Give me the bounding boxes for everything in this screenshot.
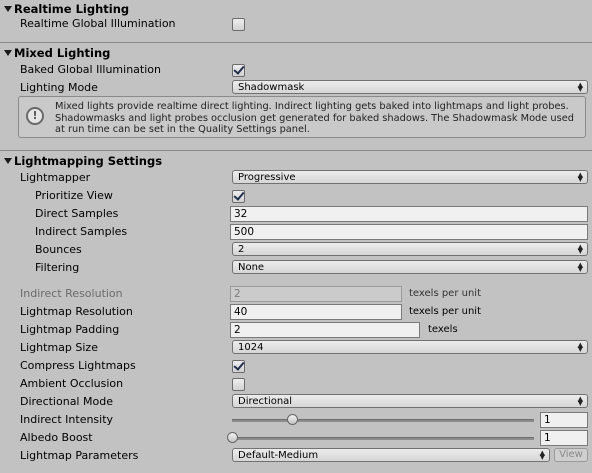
realtime-gi-label: Realtime Global Illumination [20, 17, 176, 30]
dropdown-value: Progressive [238, 172, 296, 183]
lightmap-resolution-field[interactable]: 40 [230, 304, 402, 320]
baked-gi-checkbox[interactable] [232, 63, 245, 77]
indirect-intensity-label: Indirect Intensity [20, 413, 114, 426]
realtime-lighting-header[interactable]: Realtime Lighting [0, 1, 592, 17]
indirect-resolution-label: Indirect Resolution [20, 287, 123, 300]
lightmapper-dropdown[interactable]: Progressive ▲ ▼ [232, 170, 588, 184]
lightmap-parameters-dropdown[interactable]: Default-Medium ▲ ▼ [232, 448, 550, 462]
dropdown-value: Default-Medium [238, 450, 319, 461]
mixed-lighting-header[interactable]: Mixed Lighting [0, 45, 592, 61]
fold-arrow-icon[interactable] [4, 50, 12, 56]
lightmap-padding-unit: texels [428, 324, 458, 335]
bounces-label: Bounces [35, 243, 82, 256]
directional-mode-label: Directional Mode [20, 395, 113, 408]
lightmap-padding-label: Lightmap Padding [20, 323, 120, 336]
compress-lightmaps-label: Compress Lightmaps [20, 359, 136, 372]
info-bubble-icon: ! [26, 107, 44, 125]
albedo-boost-slider-thumb[interactable] [227, 432, 238, 443]
albedo-boost-field[interactable]: 1 [540, 430, 588, 446]
bounces-dropdown[interactable]: 2 ▲ ▼ [232, 242, 588, 256]
check-icon [233, 189, 245, 201]
dropdown-value: None [238, 262, 265, 273]
divider [0, 150, 592, 151]
lighting-mode-label: Lighting Mode [20, 81, 98, 94]
section-title: Realtime Lighting [14, 2, 130, 16]
prioritize-view-checkbox[interactable] [232, 189, 245, 203]
up-down-chevron-icon: ▲ ▼ [539, 449, 545, 461]
directional-mode-dropdown[interactable]: Directional ▲ ▼ [232, 394, 588, 408]
realtime-gi-checkbox[interactable] [232, 18, 245, 31]
direct-samples-field[interactable]: 32 [230, 206, 588, 222]
prioritize-view-label: Prioritize View [35, 189, 113, 202]
lightmap-size-dropdown[interactable]: 1024 ▲ ▼ [232, 340, 588, 354]
view-button: View [554, 448, 588, 462]
dropdown-value: 1024 [238, 342, 264, 353]
fold-arrow-icon[interactable] [4, 6, 12, 12]
direct-samples-label: Direct Samples [35, 207, 119, 220]
lightmapping-settings-header[interactable]: Lightmapping Settings [0, 153, 592, 169]
dropdown-value: Directional [238, 396, 293, 407]
indirect-samples-label: Indirect Samples [35, 225, 128, 238]
lightmapper-label: Lightmapper [20, 171, 91, 184]
section-title: Mixed Lighting [14, 46, 111, 60]
section-title: Lightmapping Settings [14, 154, 163, 168]
indirect-samples-field[interactable]: 500 [230, 224, 588, 240]
up-down-chevron-icon: ▲ ▼ [577, 243, 583, 255]
baked-gi-label: Baked Global Illumination [20, 63, 161, 76]
dropdown-value: 2 [238, 244, 245, 255]
lightmap-resolution-label: Lightmap Resolution [20, 305, 133, 318]
divider [0, 42, 592, 43]
up-down-chevron-icon: ▲ ▼ [577, 81, 583, 93]
indirect-intensity-slider-thumb[interactable] [287, 414, 299, 425]
ambient-occlusion-label: Ambient Occlusion [20, 377, 124, 390]
lightmap-padding-field[interactable]: 2 [230, 322, 420, 338]
check-icon [233, 359, 245, 371]
albedo-boost-label: Albedo Boost [20, 431, 93, 444]
up-down-chevron-icon: ▲ ▼ [577, 261, 583, 273]
indirect-resolution-field: 2 [230, 286, 402, 302]
lightmap-size-label: Lightmap Size [20, 341, 98, 354]
indirect-intensity-slider-track[interactable] [232, 419, 534, 422]
indirect-resolution-unit: texels per unit [409, 288, 481, 299]
help-text: Mixed lights provide realtime direct lig… [55, 101, 574, 135]
compress-lightmaps-checkbox[interactable] [232, 359, 245, 373]
lightmap-parameters-label: Lightmap Parameters [20, 449, 139, 462]
up-down-chevron-icon: ▲ ▼ [577, 171, 583, 183]
up-down-chevron-icon: ▲ ▼ [577, 395, 583, 407]
indirect-intensity-field[interactable]: 1 [540, 412, 588, 428]
up-down-chevron-icon: ▲ ▼ [577, 341, 583, 353]
ambient-occlusion-checkbox[interactable] [232, 378, 245, 391]
filtering-dropdown[interactable]: None ▲ ▼ [232, 260, 588, 274]
fold-arrow-icon[interactable] [4, 158, 12, 164]
check-icon [233, 63, 245, 75]
lightmap-resolution-unit: texels per unit [409, 306, 481, 317]
help-box: ! Mixed lights provide realtime direct l… [18, 96, 586, 138]
albedo-boost-slider-track[interactable] [232, 437, 534, 440]
filtering-label: Filtering [35, 261, 80, 274]
lighting-mode-dropdown[interactable]: Shadowmask ▲ ▼ [232, 80, 588, 94]
dropdown-value: Shadowmask [238, 82, 305, 93]
